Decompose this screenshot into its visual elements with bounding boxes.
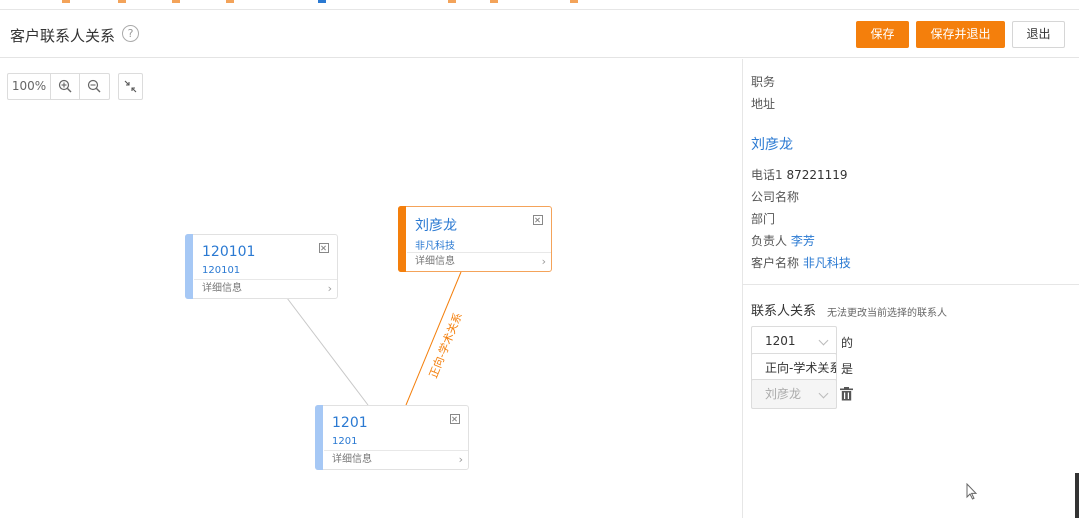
- customer-link[interactable]: 非凡科技: [803, 256, 851, 270]
- tab-marker: [226, 0, 234, 3]
- chevron-right-icon: ›: [327, 282, 332, 295]
- customer-row: 客户名称 非凡科技: [751, 254, 851, 271]
- node-accent-bar: [315, 405, 323, 470]
- node-detail-link[interactable]: 详细信息 ›: [407, 252, 551, 271]
- edge-line[interactable]: [286, 297, 369, 406]
- phone-label: 电话1: [751, 168, 783, 182]
- close-icon[interactable]: [533, 215, 543, 225]
- help-icon[interactable]: ?: [122, 25, 139, 42]
- detail-label: 详细信息: [202, 283, 242, 294]
- phone-row: 电话1 87221119: [751, 166, 848, 183]
- tab-marker: [172, 0, 180, 3]
- tab-marker: [490, 0, 498, 3]
- node-subtitle: 非凡科技: [415, 241, 455, 252]
- chevron-right-icon: ›: [541, 255, 546, 268]
- company-label: 公司名称: [751, 190, 800, 204]
- contact-select-value: 1201: [765, 334, 796, 348]
- customer-label: 客户名称: [751, 256, 800, 270]
- word-of: 的: [841, 336, 854, 350]
- node-detail-link[interactable]: 详细信息 ›: [324, 450, 468, 469]
- node-accent-bar: [185, 234, 193, 299]
- relation-note: 无法更改当前选择的联系人: [827, 308, 947, 319]
- node-name[interactable]: 1201: [332, 415, 368, 431]
- position-label: 职务: [751, 75, 776, 89]
- node-name[interactable]: 120101: [202, 244, 255, 260]
- contact-detail-panel: 职务 地址 刘彦龙 电话1 87221119 公司名称 部门 负责人 李芳 客户…: [742, 59, 1079, 518]
- contact-node-liu-yanlong[interactable]: 刘彦龙 非凡科技 详细信息 ›: [398, 206, 552, 272]
- contact-select[interactable]: 1201: [751, 326, 837, 356]
- edge-label: 正向-学术关系: [426, 310, 465, 380]
- relationship-canvas[interactable]: 100% 正向-学术关系 120101 120101 详细信息 › 刘彦龙 非凡科…: [0, 59, 742, 518]
- tab-marker: [570, 0, 578, 3]
- mouse-cursor-icon: [966, 483, 978, 500]
- detail-label: 详细信息: [415, 256, 455, 267]
- phone-value: 87221119: [786, 168, 848, 182]
- tab-marker: [62, 0, 70, 3]
- page-title: 客户联系人关系: [10, 27, 116, 45]
- tab-marker: [118, 0, 126, 3]
- tab-marker: [318, 0, 326, 3]
- page-header: 客户联系人关系 ? 保存 保存并退出 退出: [0, 11, 1079, 58]
- save-button[interactable]: 保存: [856, 21, 909, 48]
- node-subtitle: 120101: [202, 265, 241, 276]
- chevron-down-icon: [818, 335, 829, 346]
- close-icon[interactable]: [450, 414, 460, 424]
- contact-node-120101[interactable]: 120101 120101 详细信息 ›: [185, 234, 338, 299]
- contact-node-1201[interactable]: 1201 1201 详细信息 ›: [315, 405, 469, 470]
- node-name[interactable]: 刘彦龙: [415, 215, 457, 235]
- owner-row: 负责人 李芳: [751, 232, 815, 249]
- tab-marker: [448, 0, 456, 3]
- save-and-exit-button[interactable]: 保存并退出: [916, 21, 1005, 48]
- top-tab-strip: [0, 0, 1079, 10]
- owner-label: 负责人: [751, 234, 788, 248]
- chevron-right-icon: ›: [458, 453, 463, 466]
- scrollbar[interactable]: [1075, 473, 1079, 518]
- department-label: 部门: [751, 212, 776, 226]
- target-contact-value: 刘彦龙: [765, 387, 802, 401]
- divider: [743, 284, 1079, 285]
- node-accent-bar: [398, 206, 406, 272]
- word-is: 是: [841, 362, 854, 376]
- close-icon[interactable]: [319, 243, 329, 253]
- node-subtitle: 1201: [332, 436, 358, 447]
- address-label: 地址: [751, 97, 776, 111]
- chevron-down-icon: [818, 388, 829, 399]
- relation-section-title: 联系人关系: [751, 304, 817, 319]
- node-detail-link[interactable]: 详细信息 ›: [194, 279, 337, 298]
- delete-icon[interactable]: [840, 387, 853, 401]
- contact-name[interactable]: 刘彦龙: [751, 134, 793, 154]
- exit-button[interactable]: 退出: [1012, 21, 1065, 48]
- target-contact-select: 刘彦龙: [751, 379, 837, 409]
- owner-link[interactable]: 李芳: [791, 234, 815, 248]
- detail-label: 详细信息: [332, 454, 372, 465]
